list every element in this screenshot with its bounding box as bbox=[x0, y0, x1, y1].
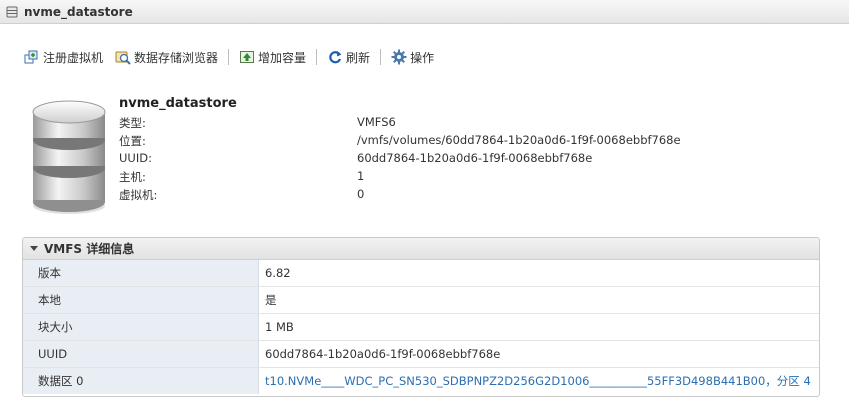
actions-button[interactable]: 操作 bbox=[391, 49, 434, 66]
datastore-browser-button[interactable]: 数据存储浏览器 bbox=[115, 49, 218, 66]
increase-capacity-icon bbox=[240, 51, 255, 63]
extent-link[interactable]: t10.NVMe____WDC_PC_SN530_SDBPNPZ2D256G2D… bbox=[259, 368, 820, 395]
table-row: 版本 6.82 bbox=[23, 260, 819, 287]
table-row: UUID 60dd7864-1b20a0d6-1f9f-0068ebbf768e bbox=[23, 340, 819, 368]
table-row: 本地 是 bbox=[23, 286, 819, 314]
increase-capacity-label: 增加容量 bbox=[258, 50, 307, 65]
summary-value-hosts: 1 bbox=[357, 169, 365, 183]
row-key: 块大小 bbox=[23, 313, 259, 341]
window-title: nvme_datastore bbox=[24, 4, 133, 19]
database-icon bbox=[32, 100, 106, 214]
summary-value-vms: 0 bbox=[357, 187, 365, 201]
row-key: UUID bbox=[23, 340, 259, 368]
summary-label-location: 位置: bbox=[119, 134, 146, 148]
datastore-browser-label: 数据存储浏览器 bbox=[134, 50, 219, 65]
summary-label-hosts: 主机: bbox=[119, 170, 146, 184]
refresh-icon bbox=[329, 51, 342, 64]
summary-value-location: /vmfs/volumes/60dd7864-1b20a0d6-1f9f-006… bbox=[357, 133, 681, 147]
table-row: 数据区 0 t10.NVMe____WDC_PC_SN530_SDBPNPZ2D… bbox=[23, 367, 820, 395]
row-value: 1 MB bbox=[258, 313, 819, 341]
vmfs-details-title: VMFS 详细信息 bbox=[44, 242, 135, 256]
refresh-button[interactable]: 刷新 bbox=[327, 49, 370, 66]
register-vm-label: 注册虚拟机 bbox=[43, 50, 104, 65]
row-key: 版本 bbox=[23, 260, 259, 287]
vmfs-details-panel: VMFS 详细信息 版本 6.82 本地 是 块大小 1 MB UUID 60d… bbox=[22, 237, 820, 397]
gear-icon bbox=[391, 49, 407, 65]
register-vm-button[interactable]: 注册虚拟机 bbox=[24, 49, 103, 66]
summary-label-uuid: UUID: bbox=[119, 151, 152, 165]
collapse-caret-icon[interactable] bbox=[30, 246, 38, 251]
summary-label-vms: 虚拟机: bbox=[119, 188, 158, 202]
row-value: 6.82 bbox=[258, 260, 819, 287]
summary-value-type: VMFS6 bbox=[357, 115, 396, 129]
table-row: 块大小 1 MB bbox=[23, 313, 819, 341]
summary-value-uuid: 60dd7864-1b20a0d6-1f9f-0068ebbf768e bbox=[357, 151, 593, 165]
actions-label: 操作 bbox=[410, 50, 435, 65]
register-vm-icon bbox=[24, 50, 38, 64]
toolbar-separator bbox=[228, 49, 230, 65]
datastore-name: nvme_datastore bbox=[119, 96, 237, 111]
row-value: 是 bbox=[258, 286, 819, 314]
toolbar: 注册虚拟机 数据存储浏览器 增加容量 刷新 操作 bbox=[24, 46, 434, 68]
row-key: 本地 bbox=[23, 286, 259, 314]
refresh-label: 刷新 bbox=[346, 50, 371, 65]
increase-capacity-button[interactable]: 增加容量 bbox=[239, 49, 306, 66]
datastore-browser-icon bbox=[115, 51, 131, 65]
summary-label-type: 类型: bbox=[119, 116, 146, 130]
row-key: 数据区 0 bbox=[23, 367, 259, 394]
row-value: 60dd7864-1b20a0d6-1f9f-0068ebbf768e bbox=[258, 340, 819, 368]
vmfs-details-header[interactable]: VMFS 详细信息 bbox=[23, 238, 819, 260]
toolbar-separator bbox=[380, 49, 382, 65]
vmfs-details-table: 版本 6.82 本地 是 块大小 1 MB UUID 60dd7864-1b20… bbox=[23, 260, 819, 394]
toolbar-separator bbox=[316, 49, 318, 65]
window-titlebar: nvme_datastore bbox=[0, 0, 849, 24]
datastore-icon bbox=[6, 6, 18, 17]
